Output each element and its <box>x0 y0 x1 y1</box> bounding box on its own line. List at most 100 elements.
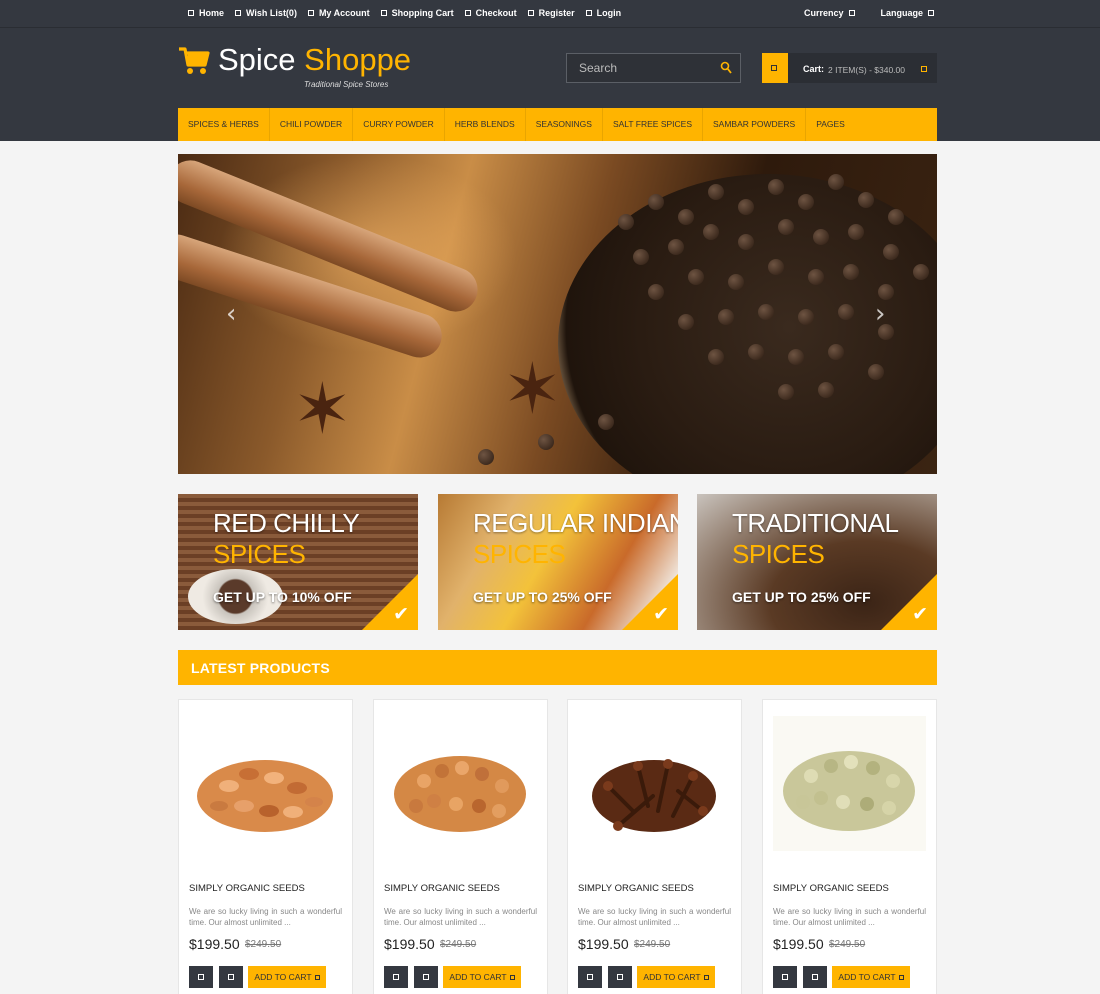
logo-word-1: Spice <box>218 42 296 77</box>
promo-banner-traditional[interactable]: TRADITIONAL SPICES GET UP TO 25% OFF ✔ <box>697 494 937 630</box>
top-link-shopping-cart[interactable]: Shopping Cart <box>380 8 454 18</box>
wishlist-button[interactable] <box>773 966 797 988</box>
nav-item-curry-powder[interactable]: CURRY POWDER <box>353 108 445 141</box>
top-link-home[interactable]: Home <box>188 8 224 18</box>
add-to-cart-button[interactable]: ADD TO CART <box>443 966 521 988</box>
top-link-label: My Account <box>318 8 370 18</box>
product-old-price: $249.50 <box>829 939 866 950</box>
beans-product-image[interactable] <box>189 716 342 851</box>
slider-prev-arrow[interactable]: ‹ <box>226 301 244 327</box>
star-anise-image: ✶ <box>503 350 562 428</box>
product-name[interactable]: SIMPLY ORGANIC SEEDS <box>189 883 305 894</box>
product-price: $199.50 <box>384 936 435 952</box>
product-description: We are so lucky living in such a wonderf… <box>189 907 342 927</box>
nav-item-herb-blends[interactable]: HERB BLENDS <box>445 108 526 141</box>
cart-icon <box>898 975 904 981</box>
heart-icon <box>235 10 242 16</box>
nav-item-spices-herbs[interactable]: SPICES & HERBS <box>178 108 270 141</box>
top-link-checkout[interactable]: Checkout <box>464 8 517 18</box>
cart-icon <box>179 47 210 74</box>
nav-item-sambar-powders[interactable]: SAMBAR POWDERS <box>703 108 807 141</box>
cart-icon <box>703 975 709 981</box>
compare-button[interactable] <box>608 966 632 988</box>
wishlist-button[interactable] <box>578 966 602 988</box>
product-price: $199.50 <box>773 936 824 952</box>
home-icon <box>188 10 194 16</box>
search-input[interactable] <box>567 54 717 82</box>
banner-title: RED CHILLY <box>213 508 360 538</box>
nav-item-chili-powder[interactable]: CHILI POWDER <box>270 108 354 141</box>
product-card[interactable]: SIMPLY ORGANIC SEEDS We are so lucky liv… <box>567 699 742 994</box>
product-name[interactable]: SIMPLY ORGANIC SEEDS <box>384 883 500 894</box>
add-to-cart-label: ADD TO CART <box>643 972 701 982</box>
top-link-label: Home <box>199 8 225 18</box>
banner-subtitle: SPICES <box>732 539 825 569</box>
check-icon: ✔ <box>912 603 928 625</box>
section-title: LATEST PRODUCTS <box>191 660 330 676</box>
product-price: $199.50 <box>578 936 629 952</box>
compare-button[interactable] <box>219 966 243 988</box>
product-card[interactable]: SIMPLY ORGANIC SEEDS We are so lucky liv… <box>762 699 937 994</box>
user-icon <box>307 10 314 16</box>
wishlist-button[interactable] <box>384 966 408 988</box>
search-icon[interactable] <box>720 61 732 75</box>
product-old-price: $249.50 <box>634 939 671 950</box>
chevron-down-icon <box>928 10 935 16</box>
top-link-account[interactable]: My Account <box>307 8 370 18</box>
banner-title: TRADITIONAL <box>732 508 899 538</box>
product-old-price: $249.50 <box>245 939 282 950</box>
product-card[interactable]: SIMPLY ORGANIC SEEDS We are so lucky liv… <box>373 699 548 994</box>
compare-button[interactable] <box>414 966 438 988</box>
cart-button[interactable] <box>762 53 788 83</box>
chickpeas-product-image[interactable] <box>384 716 537 851</box>
wishlist-button[interactable] <box>189 966 213 988</box>
product-card[interactable]: SIMPLY ORGANIC SEEDS We are so lucky liv… <box>178 699 353 994</box>
nav-item-seasonings[interactable]: SEASONINGS <box>526 108 603 141</box>
top-link-register[interactable]: Register <box>527 8 575 18</box>
cart-icon <box>314 975 320 981</box>
product-description: We are so lucky living in such a wonderf… <box>578 907 731 927</box>
product-price: $199.50 <box>189 936 240 952</box>
search-box <box>566 53 741 83</box>
product-name[interactable]: SIMPLY ORGANIC SEEDS <box>773 883 889 894</box>
banner-offer: GET UP TO 25% OFF <box>473 589 612 605</box>
logo[interactable]: Spice Shoppe Traditional Spice Stores <box>178 42 411 92</box>
compare-icon <box>423 974 429 980</box>
hero-slider[interactable]: ✶ ✶ ‹ › <box>178 154 937 474</box>
nav-item-pages[interactable]: PAGES <box>806 108 855 141</box>
cart-widget[interactable]: Cart: 2 ITEM(S) - $340.00 <box>762 53 937 83</box>
add-to-cart-label: ADD TO CART <box>449 972 507 982</box>
top-link-login[interactable]: Login <box>585 8 622 18</box>
banner-corner <box>622 574 678 630</box>
cart-total: 2 ITEM(S) - $340.00 <box>828 65 906 75</box>
language-dropdown[interactable]: Language <box>881 8 935 18</box>
banner-offer: GET UP TO 25% OFF <box>732 589 871 605</box>
promo-banner-regular-indian[interactable]: REGULAR INDIAN SPICES GET UP TO 25% OFF … <box>438 494 678 630</box>
banner-offer: GET UP TO 10% OFF <box>213 589 352 605</box>
peas-product-image[interactable] <box>773 716 926 851</box>
slider-next-arrow[interactable]: › <box>875 301 893 327</box>
check-icon: ✔ <box>393 603 409 625</box>
top-link-wishlist[interactable]: Wish List(0) <box>235 8 297 18</box>
add-to-cart-button[interactable]: ADD TO CART <box>637 966 715 988</box>
top-link-label: Login <box>596 8 622 18</box>
cart-label: Cart: <box>803 64 825 74</box>
product-description: We are so lucky living in such a wonderf… <box>773 907 926 927</box>
top-link-label: Register <box>538 8 575 18</box>
logo-tagline: Traditional Spice Stores <box>304 80 389 89</box>
currency-dropdown[interactable]: Currency <box>804 8 855 18</box>
promo-banner-red-chilly[interactable]: RED CHILLY SPICES GET UP TO 10% OFF ✔ <box>178 494 418 630</box>
add-to-cart-button[interactable]: ADD TO CART <box>248 966 326 988</box>
chevron-down-icon <box>848 10 855 16</box>
chevron-down-icon[interactable] <box>921 66 927 72</box>
nav-item-salt-free-spices[interactable]: SALT FREE SPICES <box>603 108 703 141</box>
cloves-product-image[interactable] <box>578 716 731 851</box>
compare-button[interactable] <box>803 966 827 988</box>
product-description: We are so lucky living in such a wonderf… <box>384 907 537 927</box>
add-to-cart-button[interactable]: ADD TO CART <box>832 966 910 988</box>
top-right-menu: Currency Language <box>804 8 935 18</box>
product-name[interactable]: SIMPLY ORGANIC SEEDS <box>578 883 694 894</box>
banner-title: REGULAR INDIAN <box>473 508 678 538</box>
compare-icon <box>812 974 818 980</box>
cart-icon <box>771 65 777 71</box>
